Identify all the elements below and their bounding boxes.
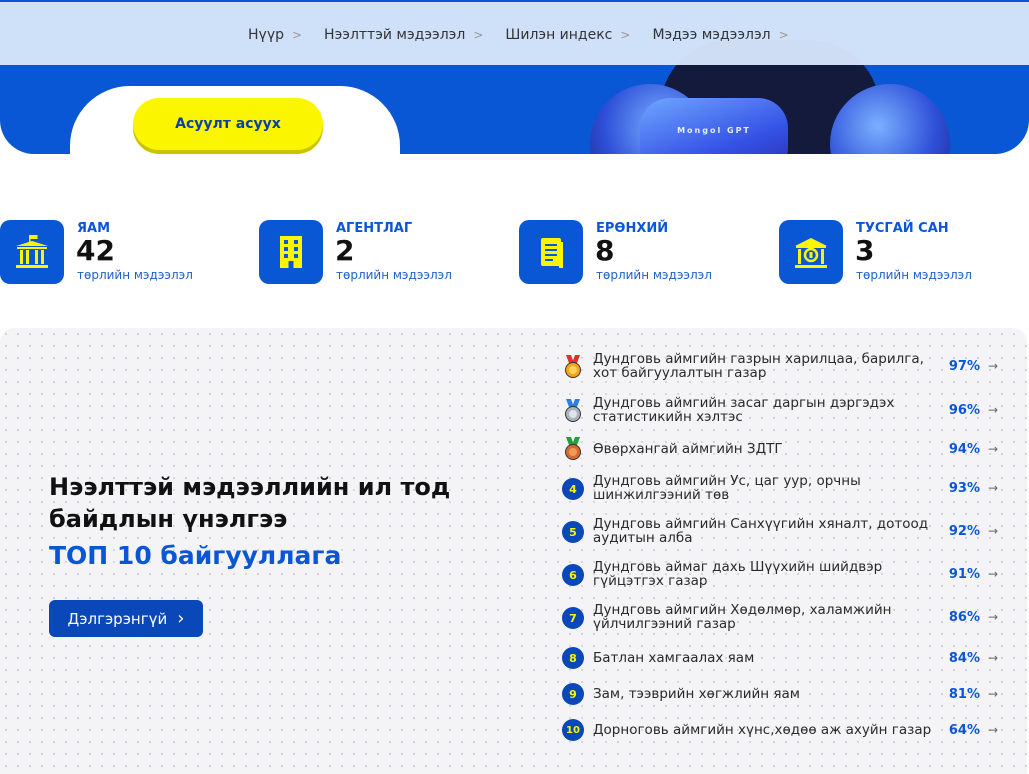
stat-subtitle: төрлийн мэдээлэл (856, 268, 972, 282)
ranking-name: Дундговь аймгийн Ус, цаг уур, орчны шинж… (593, 473, 861, 503)
ranking-score: 91% (948, 567, 980, 582)
ranking-row[interactable]: 7 Дундговь аймгийн Хөдөлмөр, халамжийн ү… (562, 603, 1012, 633)
stat-value: 8 (595, 234, 615, 267)
page: Mongol GPT Нүүр > Нээлттэй мэдээлэл > Шилэ… (0, 0, 1029, 774)
fund-bank-icon (779, 220, 843, 284)
ranking-name: Дорноговь аймгийн хүнс,хөдөө аж ахуйн га… (593, 722, 932, 738)
ask-question-button[interactable]: Асуулт асуух (133, 98, 323, 150)
ranking-subtitle: ТОП 10 байгууллага (49, 541, 342, 570)
rank-number-badge: 7 (562, 607, 584, 629)
rank-number-badge: 6 (562, 564, 584, 586)
ranking-score: 81% (948, 687, 980, 702)
ranking-row[interactable]: Дундговь аймгийн засаг даргын дэргэдэх с… (562, 396, 1012, 426)
gold-medal-icon (562, 355, 584, 378)
ranking-name: Дундговь аймгийн Санхүүгийн хяналт, дото… (593, 516, 929, 546)
ranking-title: Нээлттэй мэдээллийн ил тод байдлын үнэлг… (49, 473, 451, 533)
ranking-row[interactable]: Дундговь аймгийн газрын харилцаа, барилг… (562, 352, 1012, 382)
ministry-building-icon (0, 220, 64, 284)
ranking-score: 64% (948, 723, 980, 738)
silver-medal-icon (562, 399, 584, 422)
breadcrumb: Нүүр > Нээлттэй мэдээлэл > Шилэн индекс > М… (248, 27, 811, 43)
arrow-right-icon: → (988, 567, 999, 581)
robot-label: Mongol GPT (677, 126, 751, 135)
stat-value: 42 (76, 234, 115, 267)
ranking-row[interactable]: 9 Зам, тээврийн хөгжлийн яам 81% → (562, 682, 1012, 706)
ranking-row[interactable]: 5 Дундговь аймгийн Санхүүгийн хяналт, до… (562, 517, 1012, 547)
ranking-score: 93% (948, 481, 980, 496)
rank-number-badge: 9 (562, 683, 584, 705)
ranking-name: Өвөрхангай аймгийн ЗДТГ (593, 441, 783, 457)
arrow-right-icon: → (988, 481, 999, 495)
stat-subtitle: төрлийн мэдээлэл (336, 268, 452, 282)
ranking-score: 97% (948, 359, 980, 374)
ranking-score: 94% (948, 442, 980, 457)
more-button[interactable]: Дэлгэрэнгүй › (49, 600, 203, 637)
ranking-score: 84% (948, 651, 980, 666)
stat-subtitle: төрлийн мэдээлэл (77, 268, 193, 282)
stat-value: 2 (335, 234, 355, 267)
arrow-right-icon: → (988, 687, 999, 701)
ranking-score: 86% (948, 610, 980, 625)
ranking-row[interactable]: Өвөрхангай аймгийн ЗДТГ 94% → (562, 437, 1012, 461)
arrow-right-icon: → (988, 651, 999, 665)
ranking-name: Дундговь аймаг дахь Шүүхийн шийдвэр гүйц… (593, 559, 883, 589)
breadcrumb-bar: Нүүр > Нээлттэй мэдээлэл > Шилэн индекс > М… (0, 2, 1029, 65)
breadcrumb-news[interactable]: Мэдээ мэдээлэл > (652, 27, 788, 43)
ranking-row[interactable]: 6 Дундговь аймаг дахь Шүүхийн шийдвэр гү… (562, 560, 1012, 590)
chevron-right-icon: > (778, 28, 789, 42)
ranking-name: Дундговь аймгийн засаг даргын дэргэдэх с… (593, 395, 895, 425)
office-building-icon (259, 220, 323, 284)
ranking-score: 96% (948, 403, 980, 418)
breadcrumb-open-info[interactable]: Нээлттэй мэдээлэл > (324, 27, 483, 43)
arrow-right-icon: → (988, 723, 999, 737)
ranking-name: Дундговь аймгийн газрын харилцаа, барилг… (593, 351, 924, 381)
arrow-right-icon: → (988, 610, 999, 624)
breadcrumb-glass-index[interactable]: Шилэн индекс > (505, 27, 630, 43)
breadcrumb-home[interactable]: Нүүр > (248, 27, 302, 43)
ranking-row[interactable]: 8 Батлан хамгаалах яам 84% → (562, 646, 1012, 670)
ranking-name: Дундговь аймгийн Хөдөлмөр, халамжийн үйл… (593, 602, 892, 632)
chevron-right-icon: > (473, 28, 484, 42)
rank-number-badge: 5 (562, 521, 584, 543)
rank-number-badge: 4 (562, 478, 584, 500)
ranking-name: Зам, тээврийн хөгжлийн яам (593, 686, 800, 702)
arrow-right-icon: → (988, 403, 999, 417)
rank-number-badge: 8 (562, 647, 584, 669)
ranking-name: Батлан хамгаалах яам (593, 650, 755, 666)
arrow-right-icon: → (988, 524, 999, 538)
arrow-right-icon: → (988, 442, 999, 456)
chevron-right-icon: > (620, 28, 631, 42)
stat-value: 3 (855, 234, 875, 267)
document-icon (519, 220, 583, 284)
chevron-right-icon: › (177, 607, 185, 629)
bronze-medal-icon (562, 437, 584, 460)
stat-subtitle: төрлийн мэдээлэл (596, 268, 712, 282)
rank-number-badge: 10 (562, 719, 584, 741)
ranking-row[interactable]: 4 Дундговь аймгийн Ус, цаг уур, орчны ши… (562, 474, 1012, 504)
arrow-right-icon: → (988, 359, 999, 373)
ranking-row[interactable]: 10 Дорноговь аймгийн хүнс,хөдөө аж ахуйн… (562, 718, 1012, 742)
chevron-right-icon: > (291, 28, 303, 42)
ranking-score: 92% (948, 524, 980, 539)
